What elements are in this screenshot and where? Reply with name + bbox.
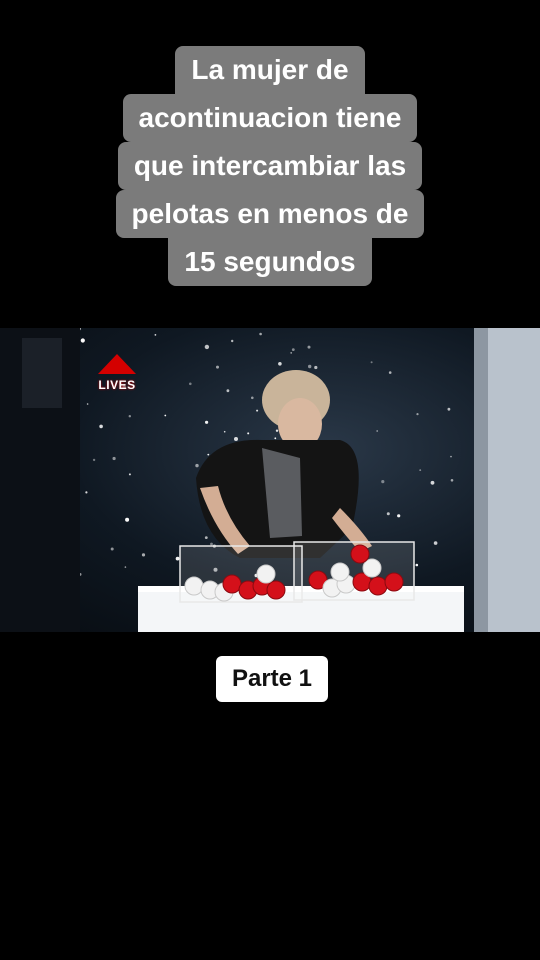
star <box>381 480 385 484</box>
star <box>308 364 312 369</box>
star <box>195 463 199 468</box>
star <box>231 339 234 343</box>
star <box>125 517 130 522</box>
star <box>189 382 192 386</box>
star <box>164 414 167 417</box>
star <box>204 536 208 539</box>
star <box>307 345 311 349</box>
star <box>256 409 259 412</box>
star <box>80 338 85 343</box>
star <box>205 420 209 424</box>
star <box>112 456 116 461</box>
star <box>175 556 180 561</box>
red-ball <box>350 544 370 564</box>
star <box>110 547 114 551</box>
star <box>314 365 318 370</box>
caption-line-2: acontinuacion tiene <box>122 94 418 142</box>
star <box>207 453 210 456</box>
star <box>278 362 282 366</box>
star <box>141 553 146 557</box>
star <box>386 512 390 516</box>
red-ball <box>222 574 242 594</box>
star <box>450 479 454 482</box>
star <box>259 332 262 336</box>
star <box>433 541 438 545</box>
star <box>85 491 88 494</box>
star <box>223 430 226 433</box>
star <box>419 469 422 471</box>
caption-line-3: que intercambiar las <box>117 142 423 190</box>
white-ball <box>362 558 382 578</box>
star <box>99 424 103 429</box>
star <box>204 344 210 350</box>
star <box>234 437 238 441</box>
star <box>450 455 452 458</box>
red-ball <box>384 572 404 592</box>
white-ball <box>184 576 204 596</box>
contestant <box>196 370 372 558</box>
video-frame[interactable] <box>0 328 540 632</box>
star <box>415 563 419 567</box>
red-ball <box>368 576 388 596</box>
video-scene <box>0 328 540 632</box>
star <box>275 429 279 432</box>
star <box>226 389 230 393</box>
star <box>447 407 451 411</box>
star <box>416 413 419 416</box>
white-ball <box>330 562 350 582</box>
star <box>216 365 219 369</box>
caption-line-5: 15 segundos <box>168 238 372 286</box>
star <box>210 542 213 546</box>
caption-overlay: La mujer de acontinuacion tiene que inte… <box>0 46 540 286</box>
star <box>251 396 254 400</box>
star <box>154 334 157 336</box>
star <box>124 566 127 568</box>
star <box>92 458 96 462</box>
star <box>86 403 89 405</box>
star <box>128 415 131 418</box>
red-ball <box>266 580 286 600</box>
star <box>370 361 373 364</box>
star <box>247 432 250 435</box>
star <box>128 473 131 476</box>
caption-line-4: pelotas en menos de <box>115 190 425 238</box>
star <box>274 437 277 440</box>
white-ball <box>256 564 276 584</box>
star <box>291 348 295 351</box>
channel-logo-text: LIVES <box>98 378 136 392</box>
star <box>430 480 435 485</box>
caption-line-1: La mujer de <box>175 46 365 94</box>
star <box>290 352 293 354</box>
star <box>376 430 379 432</box>
part-badge: Parte 1 <box>216 656 328 702</box>
star <box>388 371 392 374</box>
star <box>397 514 401 518</box>
